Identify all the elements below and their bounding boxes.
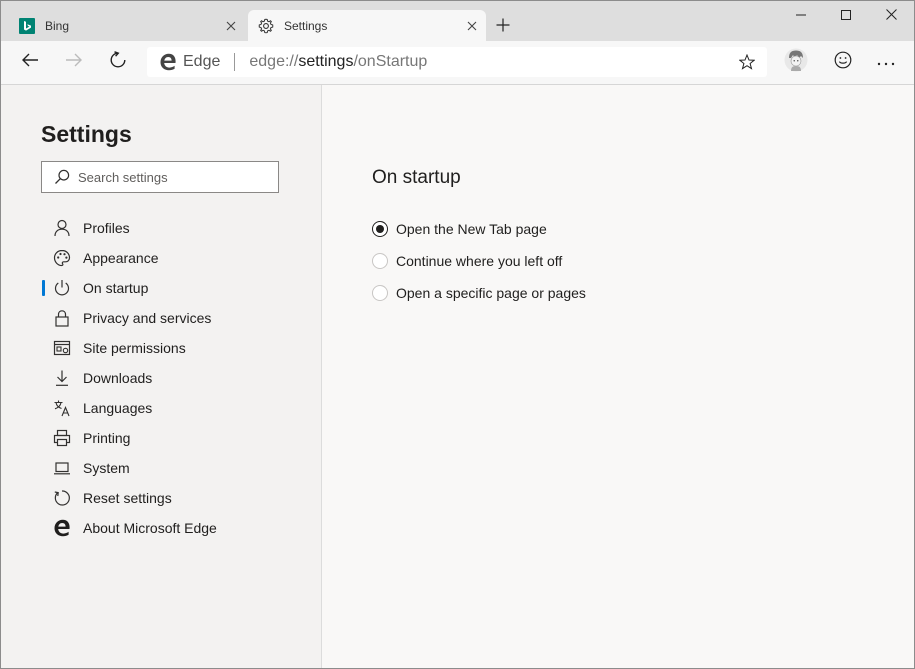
more-menu-button[interactable]: [871, 47, 901, 77]
laptop-icon: [53, 459, 71, 477]
languages-icon: [53, 399, 71, 417]
sidebar-item-label: About Microsoft Edge: [83, 520, 217, 536]
avatar-icon: [784, 48, 808, 77]
option-label: Open the New Tab page: [396, 221, 547, 237]
url-host: settings: [298, 53, 354, 70]
browser-window: Bing Settings Edge edge://settings/onSta…: [0, 0, 915, 669]
sidebar-item-label: System: [83, 460, 130, 476]
smiley-icon: [834, 51, 852, 74]
printer-icon: [53, 429, 71, 447]
sidebar-item-label: Appearance: [83, 250, 159, 266]
bing-logo-icon: [19, 17, 35, 34]
tab-title: Bing: [45, 18, 70, 33]
sidebar-item-site-permissions[interactable]: Site permissions: [41, 333, 301, 363]
back-button[interactable]: [15, 47, 45, 77]
lock-icon: [53, 309, 71, 327]
settings-content: On startup Open the New Tab page Continu…: [322, 85, 914, 668]
option-label: Open a specific page or pages: [396, 285, 586, 301]
plus-icon: [496, 18, 510, 37]
minimize-button[interactable]: [778, 1, 824, 31]
ellipsis-icon: [877, 53, 895, 71]
close-window-button[interactable]: [868, 1, 914, 31]
refresh-icon: [109, 50, 127, 74]
edge-logo-icon: [53, 519, 71, 537]
minimize-icon: [796, 7, 806, 25]
sidebar-item-label: Languages: [83, 400, 153, 416]
tab-close-icon[interactable]: [221, 16, 241, 36]
sidebar-item-reset-settings[interactable]: Reset settings: [41, 483, 301, 513]
sidebar-item-label: On startup: [83, 280, 149, 296]
sidebar-item-privacy[interactable]: Privacy and services: [41, 303, 301, 333]
settings-nav: Profiles Appearance On startup Privacy a…: [41, 213, 301, 543]
sidebar-item-label: Downloads: [83, 370, 153, 386]
sidebar-item-appearance[interactable]: Appearance: [41, 243, 301, 273]
startup-options: Open the New Tab page Continue where you…: [372, 209, 586, 313]
section-title: On startup: [372, 167, 461, 188]
new-tab-button[interactable]: [491, 15, 515, 39]
download-icon: [53, 369, 71, 387]
gear-icon: [258, 18, 274, 34]
settings-sidebar: Settings Profiles Appearance: [1, 85, 322, 668]
sidebar-item-languages[interactable]: Languages: [41, 393, 301, 423]
startup-option-specific-pages[interactable]: Open a specific page or pages: [372, 273, 586, 313]
edge-logo-icon: [159, 53, 177, 71]
search-icon: [54, 169, 70, 185]
sidebar-item-downloads[interactable]: Downloads: [41, 363, 301, 393]
url-path: /onStartup: [353, 53, 428, 70]
radio-button[interactable]: [372, 285, 388, 301]
arrow-left-icon: [21, 52, 39, 73]
sidebar-item-profiles[interactable]: Profiles: [41, 213, 301, 243]
sidebar-item-on-startup[interactable]: On startup: [41, 273, 301, 303]
search-input[interactable]: [78, 169, 268, 185]
url-text: edge://settings/onStartup: [249, 53, 735, 71]
tab-title: Settings: [284, 18, 328, 33]
sidebar-item-label: Privacy and services: [83, 310, 212, 326]
option-label: Continue where you left off: [396, 253, 563, 269]
profile-button[interactable]: [781, 47, 811, 77]
sidebar-item-label: Printing: [83, 430, 131, 446]
sidebar-item-label: Site permissions: [83, 340, 186, 356]
close-icon: [885, 7, 897, 25]
sidebar-item-system[interactable]: System: [41, 453, 301, 483]
url-scheme: edge://: [249, 53, 299, 70]
sidebar-item-about[interactable]: About Microsoft Edge: [41, 513, 301, 543]
site-permissions-icon: [53, 339, 71, 357]
address-bar[interactable]: Edge edge://settings/onStartup: [147, 47, 767, 77]
person-icon: [53, 219, 71, 237]
tab-close-icon[interactable]: [462, 16, 482, 36]
tab-settings[interactable]: Settings: [248, 10, 486, 41]
search-box[interactable]: [41, 161, 279, 193]
arrow-right-icon: [65, 52, 83, 73]
sidebar-item-label: Profiles: [83, 220, 130, 236]
maximize-button[interactable]: [823, 1, 869, 31]
forward-button[interactable]: [59, 47, 89, 77]
radio-button[interactable]: [372, 253, 388, 269]
power-icon: [53, 279, 71, 297]
feedback-button[interactable]: [828, 47, 858, 77]
address-separator: [234, 53, 236, 71]
favorite-star-icon[interactable]: [735, 50, 759, 74]
refresh-button[interactable]: [103, 47, 133, 77]
palette-icon: [53, 249, 71, 267]
sidebar-item-label: Reset settings: [83, 490, 172, 506]
radio-button[interactable]: [372, 221, 388, 237]
reset-icon: [53, 489, 71, 507]
site-identity-label: Edge: [183, 53, 221, 70]
tab-bing[interactable]: Bing: [9, 10, 245, 41]
tab-strip: Bing Settings: [1, 1, 914, 41]
radio-dot: [376, 225, 384, 233]
page-title: Settings: [41, 121, 132, 147]
maximize-icon: [841, 7, 851, 25]
toolbar: Edge edge://settings/onStartup: [1, 41, 914, 85]
sidebar-item-printing[interactable]: Printing: [41, 423, 301, 453]
